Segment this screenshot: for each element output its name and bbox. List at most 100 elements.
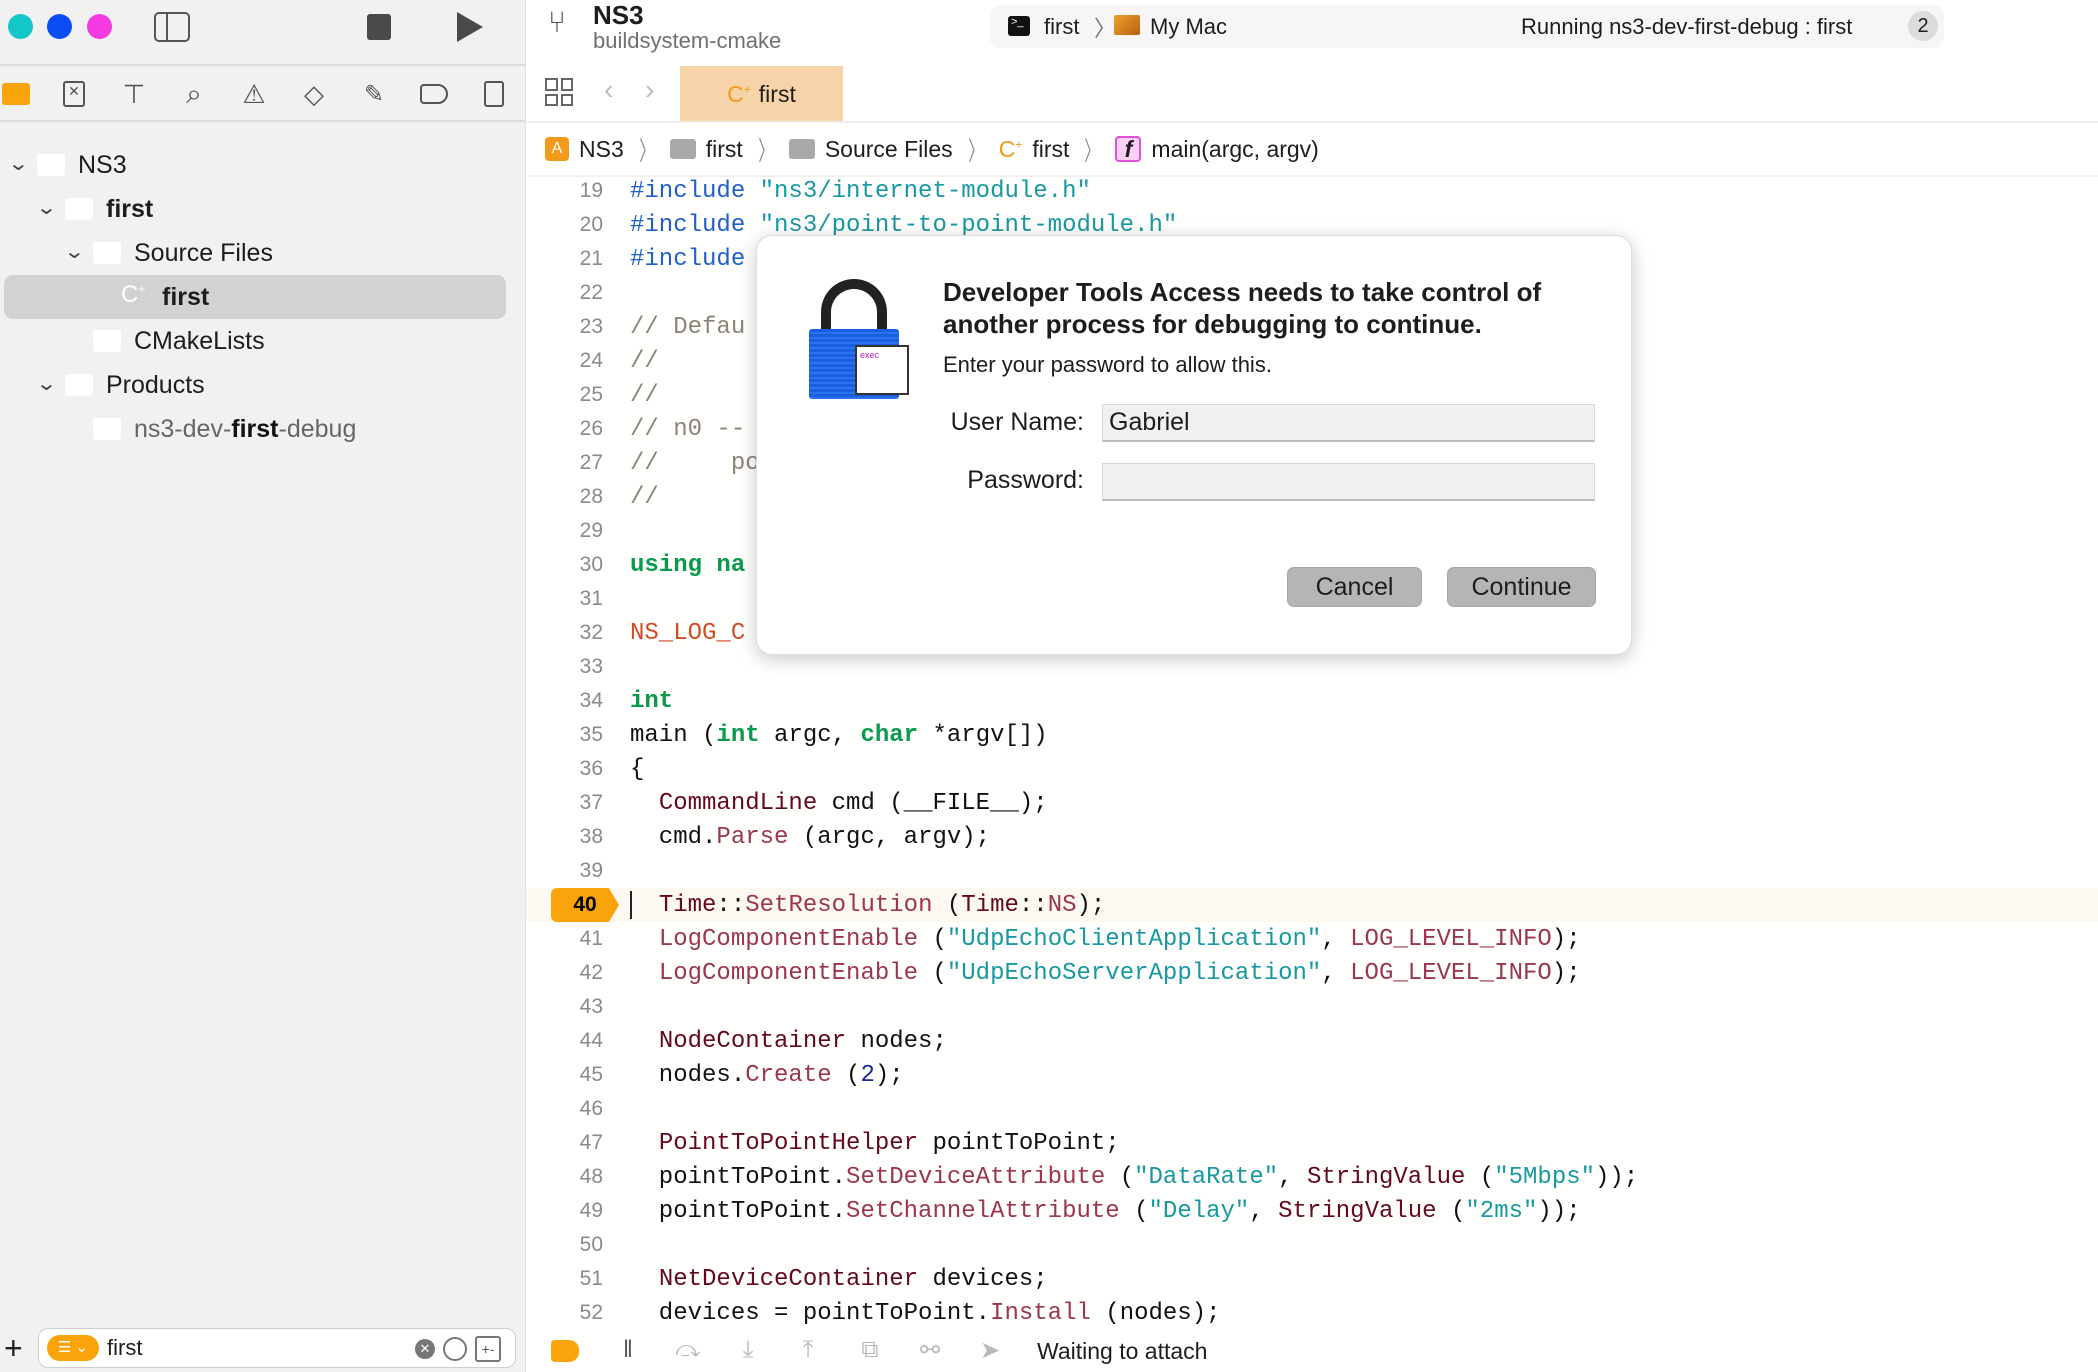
minimize-window-button[interactable] <box>47 14 72 39</box>
code-line[interactable]: 47 PointToPointHelper pointToPoint; <box>526 1126 2098 1160</box>
line-number[interactable]: 46 <box>526 1097 603 1121</box>
chevron-down-icon[interactable]: ⌄ <box>35 371 57 396</box>
password-field[interactable] <box>1102 463 1595 501</box>
code-line[interactable]: 37 CommandLine cmd (__FILE__); <box>526 786 2098 820</box>
chevron-down-icon[interactable]: ⌄ <box>35 195 57 220</box>
cancel-button[interactable]: Cancel <box>1287 567 1422 607</box>
step-over-icon[interactable]: ⤼ <box>674 1336 702 1364</box>
breakpoints-toggle-icon[interactable] <box>551 1340 579 1362</box>
grid-icon[interactable] <box>545 78 573 106</box>
breakpoint-line-number[interactable]: 40 <box>551 888 619 922</box>
line-number[interactable]: 51 <box>526 1267 603 1291</box>
line-number[interactable]: 29 <box>526 519 603 543</box>
code-line[interactable]: 46 <box>526 1092 2098 1126</box>
filter-options-icon[interactable]: ☰ ⌄ <box>47 1335 99 1361</box>
test-icon[interactable]: ◇ <box>298 78 330 110</box>
line-number[interactable]: 22 <box>526 281 603 305</box>
tree-item[interactable]: ⌄ first <box>0 187 526 231</box>
source-control-icon[interactable]: ✕ <box>58 78 90 110</box>
line-number[interactable]: 26 <box>526 417 603 441</box>
back-icon[interactable]: ‹ <box>604 74 613 106</box>
tree-item[interactable]: C+ first <box>0 275 526 319</box>
line-number[interactable]: 39 <box>526 859 603 883</box>
tree-item[interactable]: ⌄ NS3 <box>0 143 526 187</box>
branch-name[interactable]: buildsystem-cmake <box>593 28 781 54</box>
tree-item[interactable]: ⌄ Products <box>0 363 526 407</box>
code-line[interactable]: 50 <box>526 1228 2098 1262</box>
line-number[interactable]: 43 <box>526 995 603 1019</box>
line-number[interactable]: 37 <box>526 791 603 815</box>
line-number[interactable]: 24 <box>526 349 603 373</box>
memory-graph-icon[interactable]: ⚯ <box>916 1336 944 1364</box>
breadcrumb-item[interactable]: Source Files <box>825 136 953 163</box>
line-number[interactable]: 27 <box>526 451 603 475</box>
line-number[interactable]: 38 <box>526 825 603 849</box>
line-number[interactable]: 49 <box>526 1199 603 1223</box>
breadcrumb-item[interactable]: main(argc, argv) <box>1151 136 1318 163</box>
step-out-icon[interactable]: ⤒ <box>794 1336 822 1364</box>
zoom-window-button[interactable] <box>87 14 112 39</box>
code-line[interactable]: 45 nodes.Create (2); <box>526 1058 2098 1092</box>
source-control-filter-icon[interactable]: +- <box>475 1336 501 1362</box>
location-icon[interactable]: ➤ <box>976 1336 1004 1364</box>
scheme-selector[interactable]: first <box>1044 14 1079 40</box>
sidebar-toggle-icon[interactable] <box>154 12 190 42</box>
line-number[interactable]: 50 <box>526 1233 603 1257</box>
debug-icon[interactable]: ✎ <box>358 78 390 110</box>
breadcrumb-item[interactable]: first <box>1032 136 1069 163</box>
username-field[interactable]: Gabriel <box>1102 404 1595 442</box>
line-number[interactable]: 41 <box>526 927 603 951</box>
line-number[interactable]: 31 <box>526 587 603 611</box>
line-number[interactable]: 35 <box>526 723 603 747</box>
code-line[interactable]: 44 NodeContainer nodes; <box>526 1024 2098 1058</box>
code-line[interactable]: 38 cmd.Parse (argc, argv); <box>526 820 2098 854</box>
hierarchy-icon[interactable]: ⊤ <box>118 78 150 110</box>
line-number[interactable]: 21 <box>526 247 603 271</box>
stop-icon[interactable] <box>367 14 391 40</box>
line-number[interactable]: 34 <box>526 689 603 713</box>
line-number[interactable]: 23 <box>526 315 603 339</box>
tree-item[interactable]: ⌄ Source Files <box>0 231 526 275</box>
code-line[interactable]: 33 <box>526 650 2098 684</box>
code-line[interactable]: 40 Time::SetResolution (Time::NS); <box>526 888 2098 922</box>
filter-input[interactable]: first <box>107 1335 142 1361</box>
close-window-button[interactable] <box>8 14 33 39</box>
code-line[interactable]: 48 pointToPoint.SetDeviceAttribute ("Dat… <box>526 1160 2098 1194</box>
run-icon[interactable] <box>457 12 483 42</box>
activity-badge[interactable]: 2 <box>1908 11 1938 41</box>
step-into-icon[interactable]: ⤓ <box>734 1336 762 1364</box>
code-line[interactable]: 19 #include "ns3/internet-module.h" <box>526 174 2098 208</box>
destination-selector[interactable]: My Mac <box>1150 14 1227 40</box>
line-number[interactable]: 45 <box>526 1063 603 1087</box>
breadcrumb-item[interactable]: NS3 <box>579 136 624 163</box>
line-number[interactable]: 32 <box>526 621 603 645</box>
code-line[interactable]: 35 main (int argc, char *argv[]) <box>526 718 2098 752</box>
line-number[interactable]: 42 <box>526 961 603 985</box>
forward-icon[interactable]: › <box>645 74 654 106</box>
search-icon[interactable]: ⌕ <box>178 78 210 110</box>
filter-field[interactable]: ☰ ⌄ first ✕ +- <box>38 1328 516 1368</box>
tab-first[interactable]: C+ first <box>680 66 843 122</box>
view-hierarchy-icon[interactable]: ⧉ <box>856 1336 884 1364</box>
report-icon[interactable] <box>478 78 510 110</box>
line-number[interactable]: 33 <box>526 655 603 679</box>
folder-icon[interactable] <box>0 78 32 110</box>
code-line[interactable]: 36 { <box>526 752 2098 786</box>
line-number[interactable]: 30 <box>526 553 603 577</box>
line-number[interactable]: 25 <box>526 383 603 407</box>
code-line[interactable]: 42 LogComponentEnable ("UdpEchoServerApp… <box>526 956 2098 990</box>
clear-filter-icon[interactable]: ✕ <box>415 1339 435 1359</box>
line-number[interactable]: 52 <box>526 1301 603 1325</box>
code-line[interactable]: 39 <box>526 854 2098 888</box>
code-line[interactable]: 52 devices = pointToPoint.Install (nodes… <box>526 1296 2098 1330</box>
breakpoint-icon[interactable] <box>418 78 450 110</box>
line-number[interactable]: 19 <box>526 179 603 203</box>
tree-item[interactable]: ns3-dev-first-debug <box>0 407 526 451</box>
line-number[interactable]: 20 <box>526 213 603 237</box>
continue-button[interactable]: Continue <box>1447 567 1596 607</box>
line-number[interactable]: 28 <box>526 485 603 509</box>
line-number[interactable]: 48 <box>526 1165 603 1189</box>
warning-icon[interactable]: ⚠ <box>238 78 270 110</box>
code-line[interactable]: 41 LogComponentEnable ("UdpEchoClientApp… <box>526 922 2098 956</box>
pause-icon[interactable]: ‖ <box>614 1336 642 1364</box>
